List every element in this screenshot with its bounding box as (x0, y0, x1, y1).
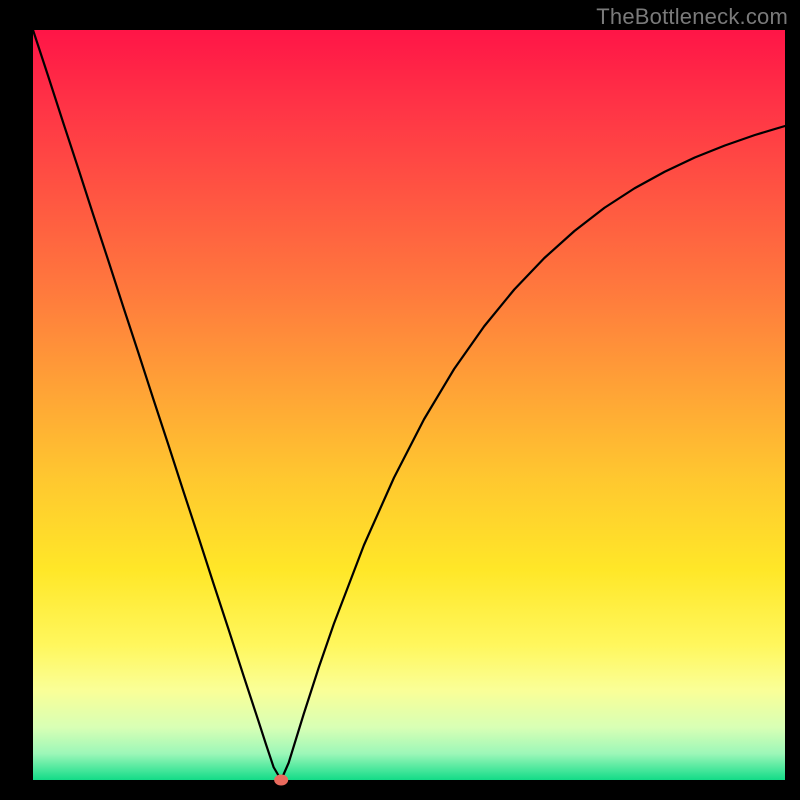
watermark-text: TheBottleneck.com (596, 4, 788, 30)
bottleneck-chart (0, 0, 800, 800)
plot-background (33, 30, 785, 780)
optimal-point-marker (274, 775, 288, 786)
chart-container: TheBottleneck.com (0, 0, 800, 800)
